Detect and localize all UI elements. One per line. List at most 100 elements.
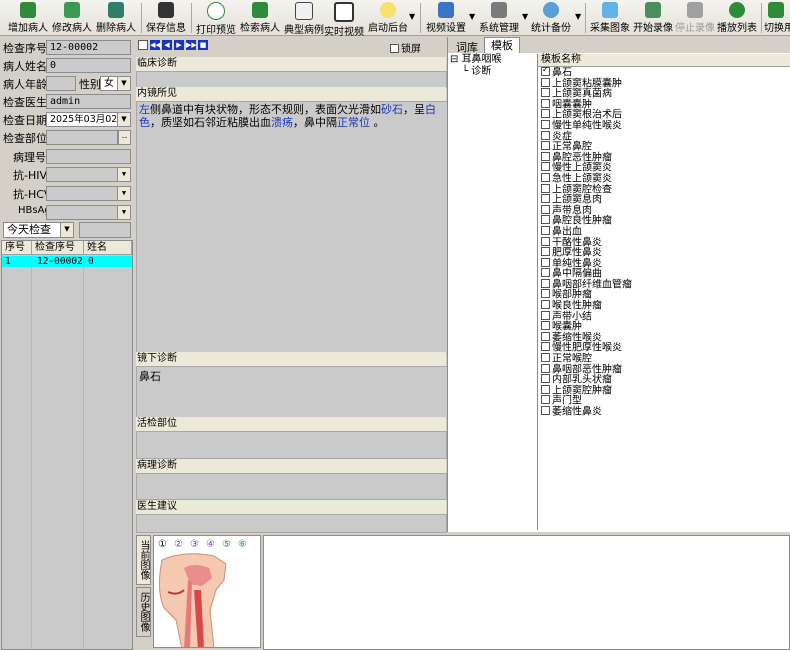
pathology-no-field[interactable] [46,149,131,164]
save-button[interactable]: 保存信息 [145,2,187,34]
column-header-name[interactable]: 姓名 [84,241,132,255]
pathology-diagnosis-field[interactable] [136,473,447,500]
hcv-select[interactable]: ▼ [46,186,131,201]
checkbox-icon[interactable] [541,183,550,193]
biopsy-site-field[interactable] [136,431,447,459]
playlist-button[interactable]: 播放列表 [716,2,758,34]
start-background-button[interactable]: 启动后台 [366,2,410,34]
checkbox-icon[interactable] [541,130,550,140]
last-icon[interactable]: ▶▶ [186,40,197,50]
print-preview-button[interactable]: 打印预览 [195,2,237,36]
checkbox-icon[interactable] [541,77,550,87]
prev-icon[interactable]: ◀ [162,40,172,50]
start-record-button[interactable]: 开始录像 [632,2,674,34]
table-row[interactable]: 1 12-00002 0 [2,256,132,267]
typical-case-button[interactable]: 典型病例 [283,2,325,36]
template-item[interactable]: 声带小结 [541,310,789,323]
window-icon[interactable] [138,40,148,50]
checkbox-icon[interactable] [541,257,550,267]
template-list-header[interactable]: 模板名称 [538,54,790,67]
checkbox-icon[interactable] [541,109,550,119]
chevron-down-icon[interactable]: ▼ [117,77,130,90]
lock-screen-checkbox[interactable]: 锁屏 [390,40,421,55]
checkbox-icon[interactable] [541,289,550,299]
column-header-exam-no[interactable]: 检查序号 [32,241,84,255]
clinical-diagnosis-field[interactable] [136,71,447,88]
checkbox-icon[interactable] [541,300,550,310]
diagnosis-field[interactable]: 鼻石 [136,366,451,419]
checkbox-icon[interactable] [541,406,550,415]
tab-template[interactable]: 模板 [484,37,520,53]
checkbox-icon[interactable] [541,141,550,151]
doctor-advice-field[interactable] [136,514,447,533]
checkbox-icon[interactable] [541,98,550,108]
endoscopic-findings-field[interactable]: 左侧鼻道中有块状物，形态不规则，表面欠光滑如砂石，呈白色，质坚如石邻近粘膜出血溃… [136,101,451,354]
column-header-seq[interactable]: 序号 [2,241,32,255]
chevron-down-icon[interactable]: ▼ [117,168,130,181]
checkbox-icon[interactable] [541,384,550,394]
exam-site-field[interactable] [46,130,118,145]
checkbox-icon[interactable] [541,236,550,246]
template-item[interactable]: 萎缩性喉炎 [541,331,789,344]
template-item[interactable]: 咽囊囊肿 [541,98,789,111]
marker-2[interactable]: ② [174,539,183,550]
checkbox-icon[interactable]: ✓ [541,65,550,76]
tab-history-image[interactable]: 历史图像 [136,587,151,637]
stop-icon[interactable]: ■ [198,40,208,50]
switch-button[interactable]: 切换用 [764,2,790,34]
checkbox-icon[interactable] [541,88,550,98]
stats-dropdown-icon[interactable]: ▼ [575,12,581,21]
video-settings-button[interactable]: 视频设置 [424,2,468,34]
hiv-select[interactable]: ▼ [46,167,131,182]
system-dropdown-icon[interactable]: ▼ [522,12,528,21]
filter-input[interactable] [79,222,131,238]
checkbox-icon[interactable] [541,331,550,341]
checkbox-icon[interactable] [541,395,550,405]
template-item[interactable]: 上颌窦腔肿瘤 [541,384,789,397]
template-item[interactable]: 上颌窦腔检查 [541,183,789,196]
doctor-field[interactable]: admin [46,94,131,109]
tab-current-image[interactable]: 当前图像 [136,535,151,585]
hbsag-select[interactable]: ▼ [46,205,131,220]
exam-no-field[interactable]: 12-00002 [46,40,131,55]
template-item[interactable]: 鼻咽部恶性肿瘤 [541,363,789,376]
template-item[interactable]: 喉部肿瘤 [541,289,789,301]
marker-5[interactable]: ⑤ [222,539,231,550]
template-item[interactable]: 单纯性鼻炎 [541,257,789,270]
site-picker-button[interactable]: .. [118,130,131,145]
template-item[interactable]: 上颌窦粘膜囊肿 [541,77,789,90]
edit-patient-button[interactable]: 修改病人 [51,2,93,34]
template-item[interactable]: 鼻腔恶性肿瘤 [541,151,789,164]
marker-4[interactable]: ④ [206,539,215,550]
capture-image-button[interactable]: 采集图象 [589,2,631,34]
checkbox-icon[interactable] [541,247,550,257]
marker-1[interactable]: ① [158,539,167,550]
checkbox-icon[interactable] [541,119,550,129]
checkbox-icon[interactable] [541,172,550,182]
image-viewer[interactable] [263,535,790,650]
template-item[interactable]: ✓ 鼻石 [541,65,789,79]
video-settings-dropdown-icon[interactable]: ▼ [469,12,475,21]
exam-date-picker[interactable]: 2025年03月02日 ▼ [46,112,131,127]
add-patient-button[interactable]: 增加病人 [7,2,49,34]
realtime-video-button[interactable]: 实时视频 [323,2,365,38]
template-item[interactable]: 急性上颌窦炎 [541,172,789,185]
chevron-down-icon[interactable]: ▼ [117,113,130,126]
checkbox-icon[interactable] [541,162,550,172]
stop-record-button[interactable]: 停止录像 [674,2,716,34]
start-background-dropdown-icon[interactable]: ▼ [409,12,415,21]
tab-lexicon[interactable]: 词库 [450,39,484,54]
checkbox-icon[interactable] [541,363,550,373]
template-item[interactable]: 鼻咽部纤维血管瘤 [541,278,789,291]
checkbox-icon[interactable] [541,310,550,320]
patient-name-field[interactable]: 0 [46,58,131,73]
checkbox-icon[interactable] [541,374,550,384]
gender-select[interactable]: 女 ▼ [100,76,131,91]
checkbox-icon[interactable] [541,342,550,352]
next-icon[interactable]: ▶ [174,40,184,50]
template-item[interactable]: 干酪性鼻炎 [541,236,789,249]
chevron-down-icon[interactable]: ▼ [60,223,73,237]
checkbox-icon[interactable] [541,353,550,363]
tree-node-diagnosis[interactable]: └ 诊断 [450,66,535,78]
checkbox-icon[interactable] [541,225,550,235]
